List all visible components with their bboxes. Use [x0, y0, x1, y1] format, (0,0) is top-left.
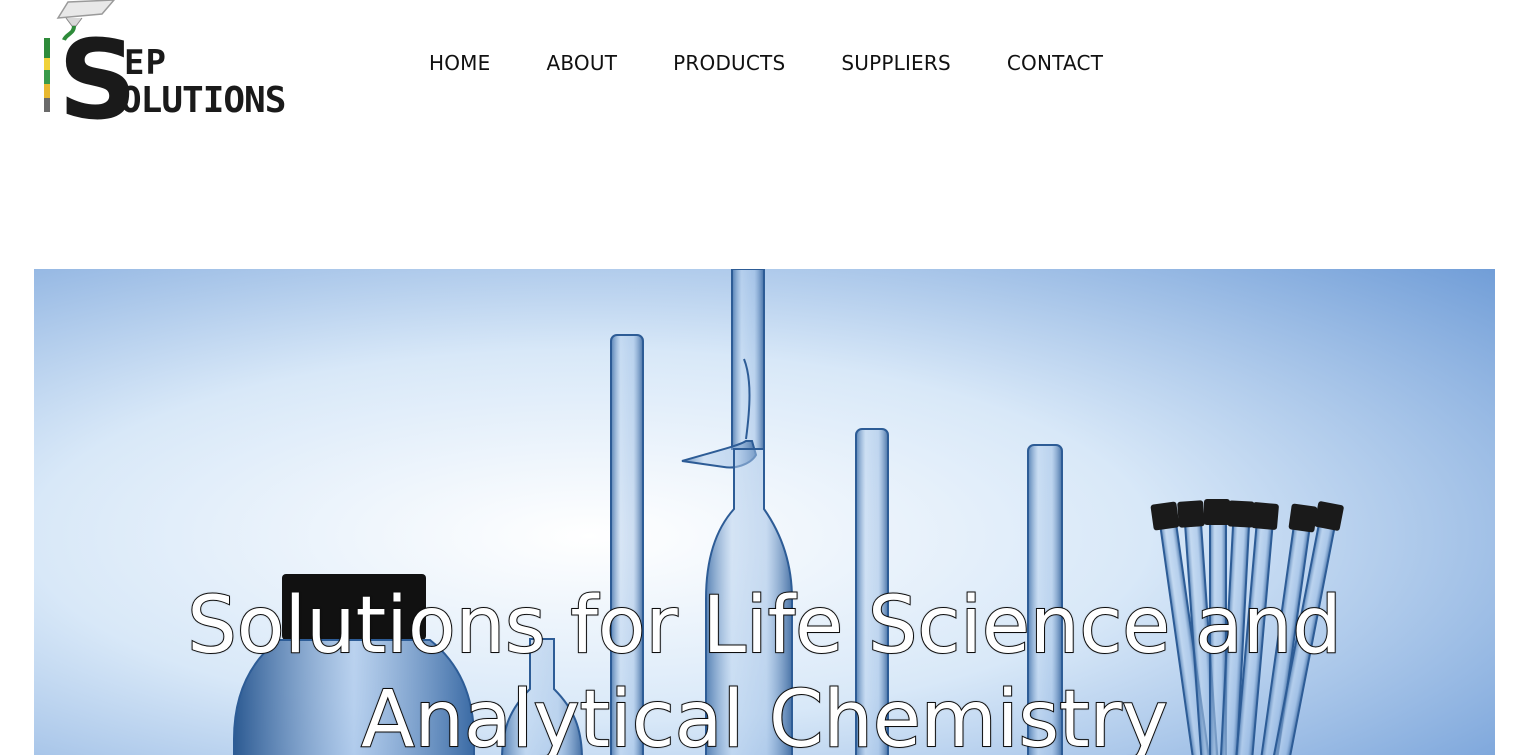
nav-item-contact[interactable]: CONTACT	[1007, 50, 1103, 76]
hero-title: Solutions for Life Science and Analytica…	[186, 580, 1343, 755]
main-nav: HOME ABOUT PRODUCTS SUPPLIERS CONTACT	[429, 50, 1103, 76]
hero-banner: Solutions for Life Science and Analytica…	[34, 269, 1495, 755]
nav-item-products[interactable]: PRODUCTS	[673, 50, 785, 76]
logo-graphic: S EP OLUTIONS	[44, 0, 286, 140]
site-logo[interactable]: S EP OLUTIONS	[24, 0, 364, 140]
nav-item-about[interactable]: ABOUT	[546, 50, 617, 76]
nav-item-suppliers[interactable]: SUPPLIERS	[841, 50, 951, 76]
logo-text-top: EP	[124, 43, 167, 83]
nav-item-home[interactable]: HOME	[429, 50, 490, 76]
page: S EP OLUTIONS HOME ABOUT PRODUCTS SUPPLI…	[0, 0, 1532, 755]
logo-text-bottom: OLUTIONS	[120, 80, 285, 121]
